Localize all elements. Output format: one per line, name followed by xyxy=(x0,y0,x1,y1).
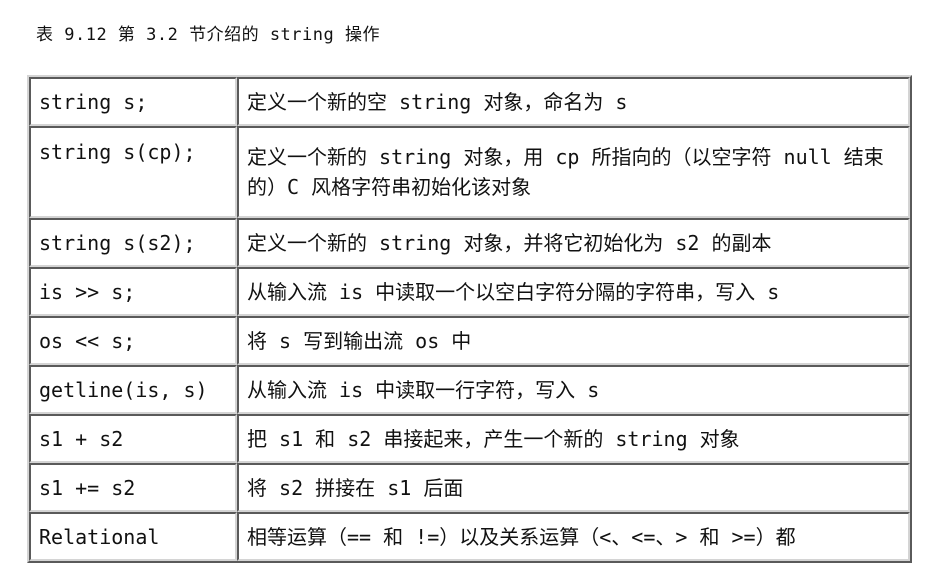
table-row: getline(is, s) 从输入流 is 中读取一行字符，写入 s xyxy=(29,365,910,414)
table-caption: 表 9.12 第 3.2 节介绍的 string 操作 xyxy=(36,25,380,45)
description-cell: 定义一个新的空 string 对象，命名为 s xyxy=(237,77,910,126)
description-cell: 将 s 写到输出流 os 中 xyxy=(237,316,910,365)
description-cell: 从输入流 is 中读取一行字符，写入 s xyxy=(237,365,910,414)
table-row: Relational 相等运算（== 和 !=）以及关系运算（<、<=、> 和 … xyxy=(29,512,910,561)
table-row: os << s; 将 s 写到输出流 os 中 xyxy=(29,316,910,365)
description-cell: 定义一个新的 string 对象，并将它初始化为 s2 的副本 xyxy=(237,218,910,267)
table-row: s1 += s2 将 s2 拼接在 s1 后面 xyxy=(29,463,910,512)
operation-cell: os << s; xyxy=(29,316,237,365)
description-cell: 将 s2 拼接在 s1 后面 xyxy=(237,463,910,512)
operation-cell: string s(s2); xyxy=(29,218,237,267)
description-cell: 从输入流 is 中读取一个以空白字符分隔的字符串，写入 s xyxy=(237,267,910,316)
operation-cell: Relational xyxy=(29,512,237,561)
operation-cell: getline(is, s) xyxy=(29,365,237,414)
description-cell: 相等运算（== 和 !=）以及关系运算（<、<=、> 和 >=）都 xyxy=(237,512,910,561)
operation-cell: string s(cp); xyxy=(29,126,237,218)
description-cell: 定义一个新的 string 对象，用 cp 所指向的（以空字符 null 结束的… xyxy=(237,126,910,218)
string-operations-table: string s; 定义一个新的空 string 对象，命名为 s string… xyxy=(27,75,912,563)
table-row: string s; 定义一个新的空 string 对象，命名为 s xyxy=(29,77,910,126)
operation-cell: string s; xyxy=(29,77,237,126)
operation-cell: s1 + s2 xyxy=(29,414,237,463)
description-cell: 把 s1 和 s2 串接起来，产生一个新的 string 对象 xyxy=(237,414,910,463)
table-row: s1 + s2 把 s1 和 s2 串接起来，产生一个新的 string 对象 xyxy=(29,414,910,463)
table-row: string s(cp); 定义一个新的 string 对象，用 cp 所指向的… xyxy=(29,126,910,218)
operation-cell: is >> s; xyxy=(29,267,237,316)
table-row: is >> s; 从输入流 is 中读取一个以空白字符分隔的字符串，写入 s xyxy=(29,267,910,316)
operation-cell: s1 += s2 xyxy=(29,463,237,512)
table-row: string s(s2); 定义一个新的 string 对象，并将它初始化为 s… xyxy=(29,218,910,267)
